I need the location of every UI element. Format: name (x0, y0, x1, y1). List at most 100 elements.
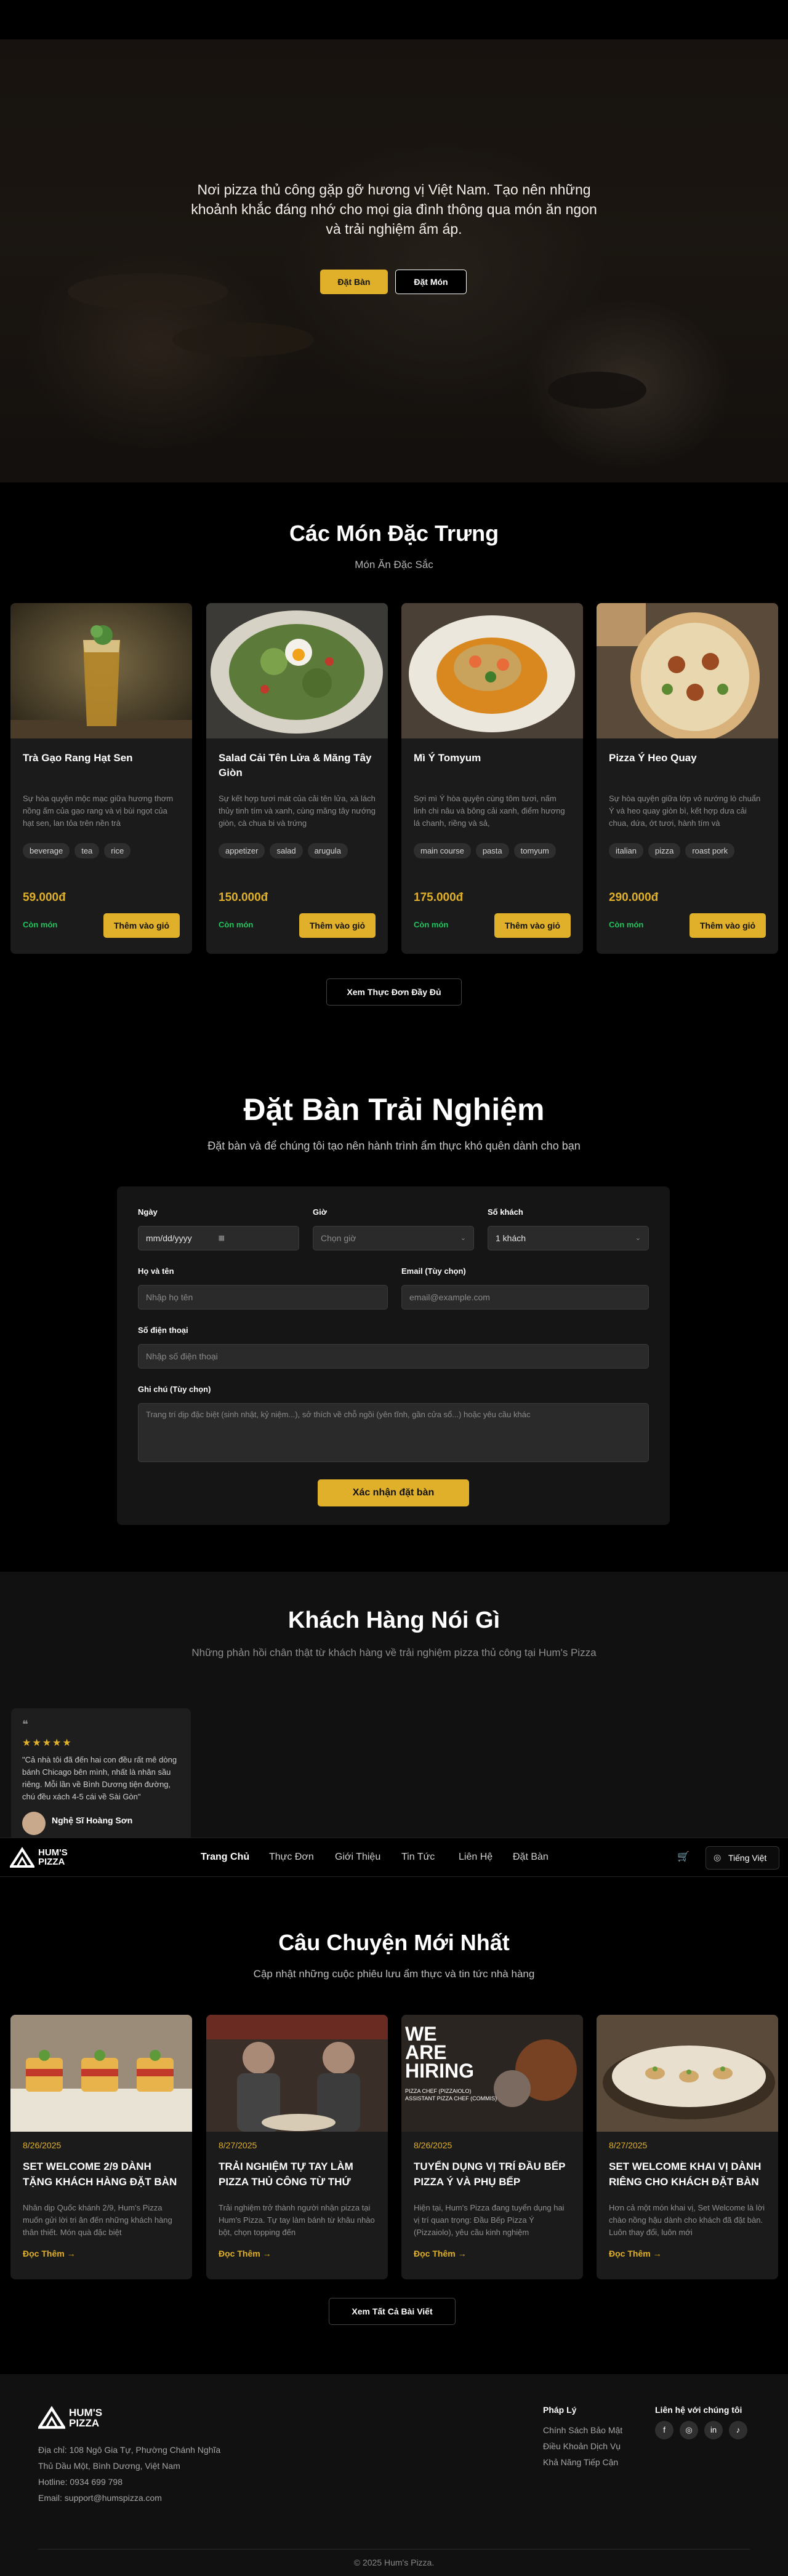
hiring-position: PIZZA CHEF (PIZZAIOLO) (405, 2088, 472, 2094)
add-to-cart-button[interactable]: Thêm vào giỏ (103, 913, 180, 938)
nav-link-booking[interactable]: Đặt Bàn (513, 1852, 549, 1863)
product-description: Sợi mì Ý hòa quyện cùng tôm tươi, nấm li… (414, 794, 565, 828)
read-more-link[interactable]: Đọc Thêm → (219, 2249, 271, 2258)
see-full-menu-button[interactable]: Xem Thực Đơn Đầy Đủ (326, 978, 462, 1006)
linkedin-icon[interactable]: in (704, 2421, 723, 2439)
instagram-icon[interactable]: ◎ (680, 2421, 698, 2439)
hero-order-button[interactable]: Đặt Món (395, 270, 467, 294)
time-placeholder: Chọn giờ (321, 1233, 356, 1243)
add-to-cart-button[interactable]: Thêm vào giỏ (299, 913, 376, 938)
date-input[interactable]: mm/dd/yyyy ▦ (138, 1226, 299, 1250)
nav-link-home[interactable]: Trang Chủ (201, 1852, 249, 1863)
add-to-cart-button[interactable]: Thêm vào giỏ (494, 913, 571, 938)
product-price: 290.000đ (609, 891, 659, 904)
footer-logo[interactable]: HUM'S PIZZA (37, 2405, 112, 2432)
section-subtitle: Đặt bàn và để chúng tôi tạo nên hành trì… (207, 1140, 581, 1152)
calendar-icon[interactable]: ▦ (219, 1226, 225, 1250)
product-tags: beverage tea rice (23, 843, 183, 858)
product-image (401, 603, 583, 738)
post-excerpt: Hiện tại, Hum's Pizza đang tuyển dụng ha… (414, 2203, 565, 2237)
post-date: 8/26/2025 (414, 2140, 452, 2150)
hiring-position: ASSISTANT PIZZA CHEF (COMMIS) (405, 2095, 497, 2102)
testimonials-section: Khách Hàng Nói Gì Những phản hồi chân th… (0, 1572, 788, 1838)
blog-image (597, 2015, 778, 2132)
logo[interactable]: HUM'S PIZZA (9, 1847, 84, 1869)
post-date: 8/27/2025 (609, 2140, 648, 2150)
section-subtitle: Món Ăn Đặc Sắc (355, 559, 433, 570)
featured-section: Các Món Đặc Trưng Món Ăn Đặc Sắc Trà Gạo… (0, 482, 788, 1036)
post-title[interactable]: SET WELCOME KHAI VỊ DÀNH RIÊNG CHO KHÁCH… (609, 2159, 766, 2190)
confirm-booking-button[interactable]: Xác nhận đặt bàn (318, 1479, 469, 1506)
note-textarea[interactable]: Trang trí dịp đặc biệt (sinh nhật, kỷ ni… (138, 1403, 649, 1462)
footer-divider (38, 2549, 750, 2550)
logo-line-1: HUM'S (69, 2407, 103, 2418)
product-image (597, 603, 778, 738)
section-title: Khách Hàng Nói Gì (287, 1607, 501, 1633)
blog-card[interactable]: 8/26/2025 SET WELCOME 2/9 DÀNH TẶNG KHÁC… (10, 2015, 192, 2279)
email-input[interactable]: email@example.com (401, 1285, 649, 1310)
avatar (22, 1812, 46, 1835)
accessibility-link[interactable]: Khả Năng Tiếp Cận (543, 2454, 622, 2470)
tiktok-icon[interactable]: ♪ (729, 2421, 747, 2439)
product-price: 150.000đ (219, 891, 268, 904)
time-select[interactable]: Chọn giờ ⌄ (313, 1226, 474, 1250)
product-image (10, 603, 192, 738)
language-switcher[interactable]: ◎ Tiếng Việt (706, 1846, 779, 1870)
phone-label: Số điện thoại (138, 1326, 188, 1335)
terms-link[interactable]: Điều Khoản Dịch Vụ (543, 2438, 622, 2454)
hero-tagline: Nơi pizza thủ công gặp gỡ hương vị Việt … (191, 182, 597, 237)
hiring-word: WE (405, 2023, 437, 2045)
hotline: Hotline: 0934 699 798 (38, 2477, 123, 2487)
product-tags: appetizer salad arugula (219, 843, 379, 858)
blog-card[interactable]: WE ARE HIRING PIZZA CHEF (PIZZAIOLO) ASS… (401, 2015, 583, 2279)
privacy-policy-link[interactable]: Chính Sách Bảo Mật (543, 2422, 622, 2438)
hero-book-button[interactable]: Đặt Bàn (320, 270, 388, 294)
language-label: Tiếng Việt (728, 1853, 767, 1863)
hiring-word: ARE (405, 2041, 447, 2063)
hiring-headline: WE ARE HIRING (405, 2023, 474, 2081)
nav-link-menu[interactable]: Thực Đơn (269, 1852, 314, 1863)
guests-label: Số khách (488, 1207, 523, 1217)
product-card[interactable]: Mì Ý Tomyum Sợi mì Ý hòa quyện cùng tôm … (401, 603, 583, 954)
logo-text: HUM'S PIZZA (69, 2407, 102, 2428)
post-title[interactable]: TUYỂN DỤNG VỊ TRÍ ĐẦU BẾP PIZZA Ý VÀ PHỤ… (414, 2159, 571, 2190)
post-title[interactable]: SET WELCOME 2/9 DÀNH TẶNG KHÁCH HÀNG ĐẶT… (23, 2159, 180, 2190)
email-label: Email (Tùy chọn) (401, 1266, 466, 1276)
product-tags: main course pasta tomyum (414, 843, 574, 858)
rating-stars: ★★★★★ (22, 1738, 73, 1748)
name-input[interactable]: Nhập họ tên (138, 1285, 388, 1310)
phone-input[interactable]: Nhập số điện thoại (138, 1344, 649, 1369)
product-description: Sự hòa quyện mộc mạc giữa hương thơm nồn… (23, 794, 174, 828)
product-card[interactable]: Salad Cải Tên Lửa & Măng Tây Giòn Sự kết… (206, 603, 388, 954)
product-name: Trà Gạo Rang Hạt Sen (23, 752, 133, 764)
logo-line-1: HUM'S (38, 1847, 68, 1858)
read-more-link[interactable]: Đọc Thêm → (23, 2249, 76, 2258)
guests-select[interactable]: 1 khách ⌄ (488, 1226, 649, 1250)
nav-link-contact[interactable]: Liên Hệ (459, 1852, 492, 1863)
section-title: Đặt Bàn Trải Nghiệm (243, 1092, 545, 1127)
post-title[interactable]: TRẢI NGHIỆM TỰ TAY LÀM PIZZA THỦ CÔNG TỪ… (219, 2159, 376, 2190)
blog-card[interactable]: 8/27/2025 SET WELCOME KHAI VỊ DÀNH RIÊNG… (597, 2015, 778, 2279)
blog-image: WE ARE HIRING PIZZA CHEF (PIZZAIOLO) ASS… (401, 2015, 583, 2132)
cart-icon[interactable]: 🛒 (677, 1850, 690, 1863)
product-tags: italian pizza roast pork (609, 843, 769, 858)
nav-link-about[interactable]: Giới Thiệu (335, 1852, 380, 1863)
blog-card[interactable]: 8/27/2025 TRẢI NGHIỆM TỰ TAY LÀM PIZZA T… (206, 2015, 388, 2279)
post-date: 8/26/2025 (23, 2140, 62, 2150)
product-card[interactable]: Trà Gạo Rang Hạt Sen Sự hòa quyện mộc mạ… (10, 603, 192, 954)
nav-link-news[interactable]: Tin Tức (401, 1852, 435, 1863)
read-more-link[interactable]: Đọc Thêm → (414, 2249, 467, 2258)
chevron-down-icon: ⌄ (460, 1234, 466, 1242)
post-date: 8/27/2025 (219, 2140, 257, 2150)
booking-form: Ngày mm/dd/yyyy ▦ Giờ Chọn giờ ⌄ Số khác… (117, 1186, 670, 1525)
see-all-posts-button[interactable]: Xem Tất Cả Bài Viết (329, 2298, 456, 2325)
product-tag: salad (270, 843, 303, 858)
product-tag: tea (74, 843, 100, 858)
add-to-cart-button[interactable]: Thêm vào giỏ (690, 913, 766, 938)
logo-line-2: PIZZA (69, 2417, 100, 2429)
product-card[interactable]: Pizza Ý Heo Quay Sự hòa quyện giữa lớp v… (597, 603, 778, 954)
facebook-icon[interactable]: f (655, 2421, 673, 2439)
product-tag: roast pork (685, 843, 735, 858)
read-more-link[interactable]: Đọc Thêm → (609, 2249, 662, 2258)
product-tag: italian (609, 843, 643, 858)
